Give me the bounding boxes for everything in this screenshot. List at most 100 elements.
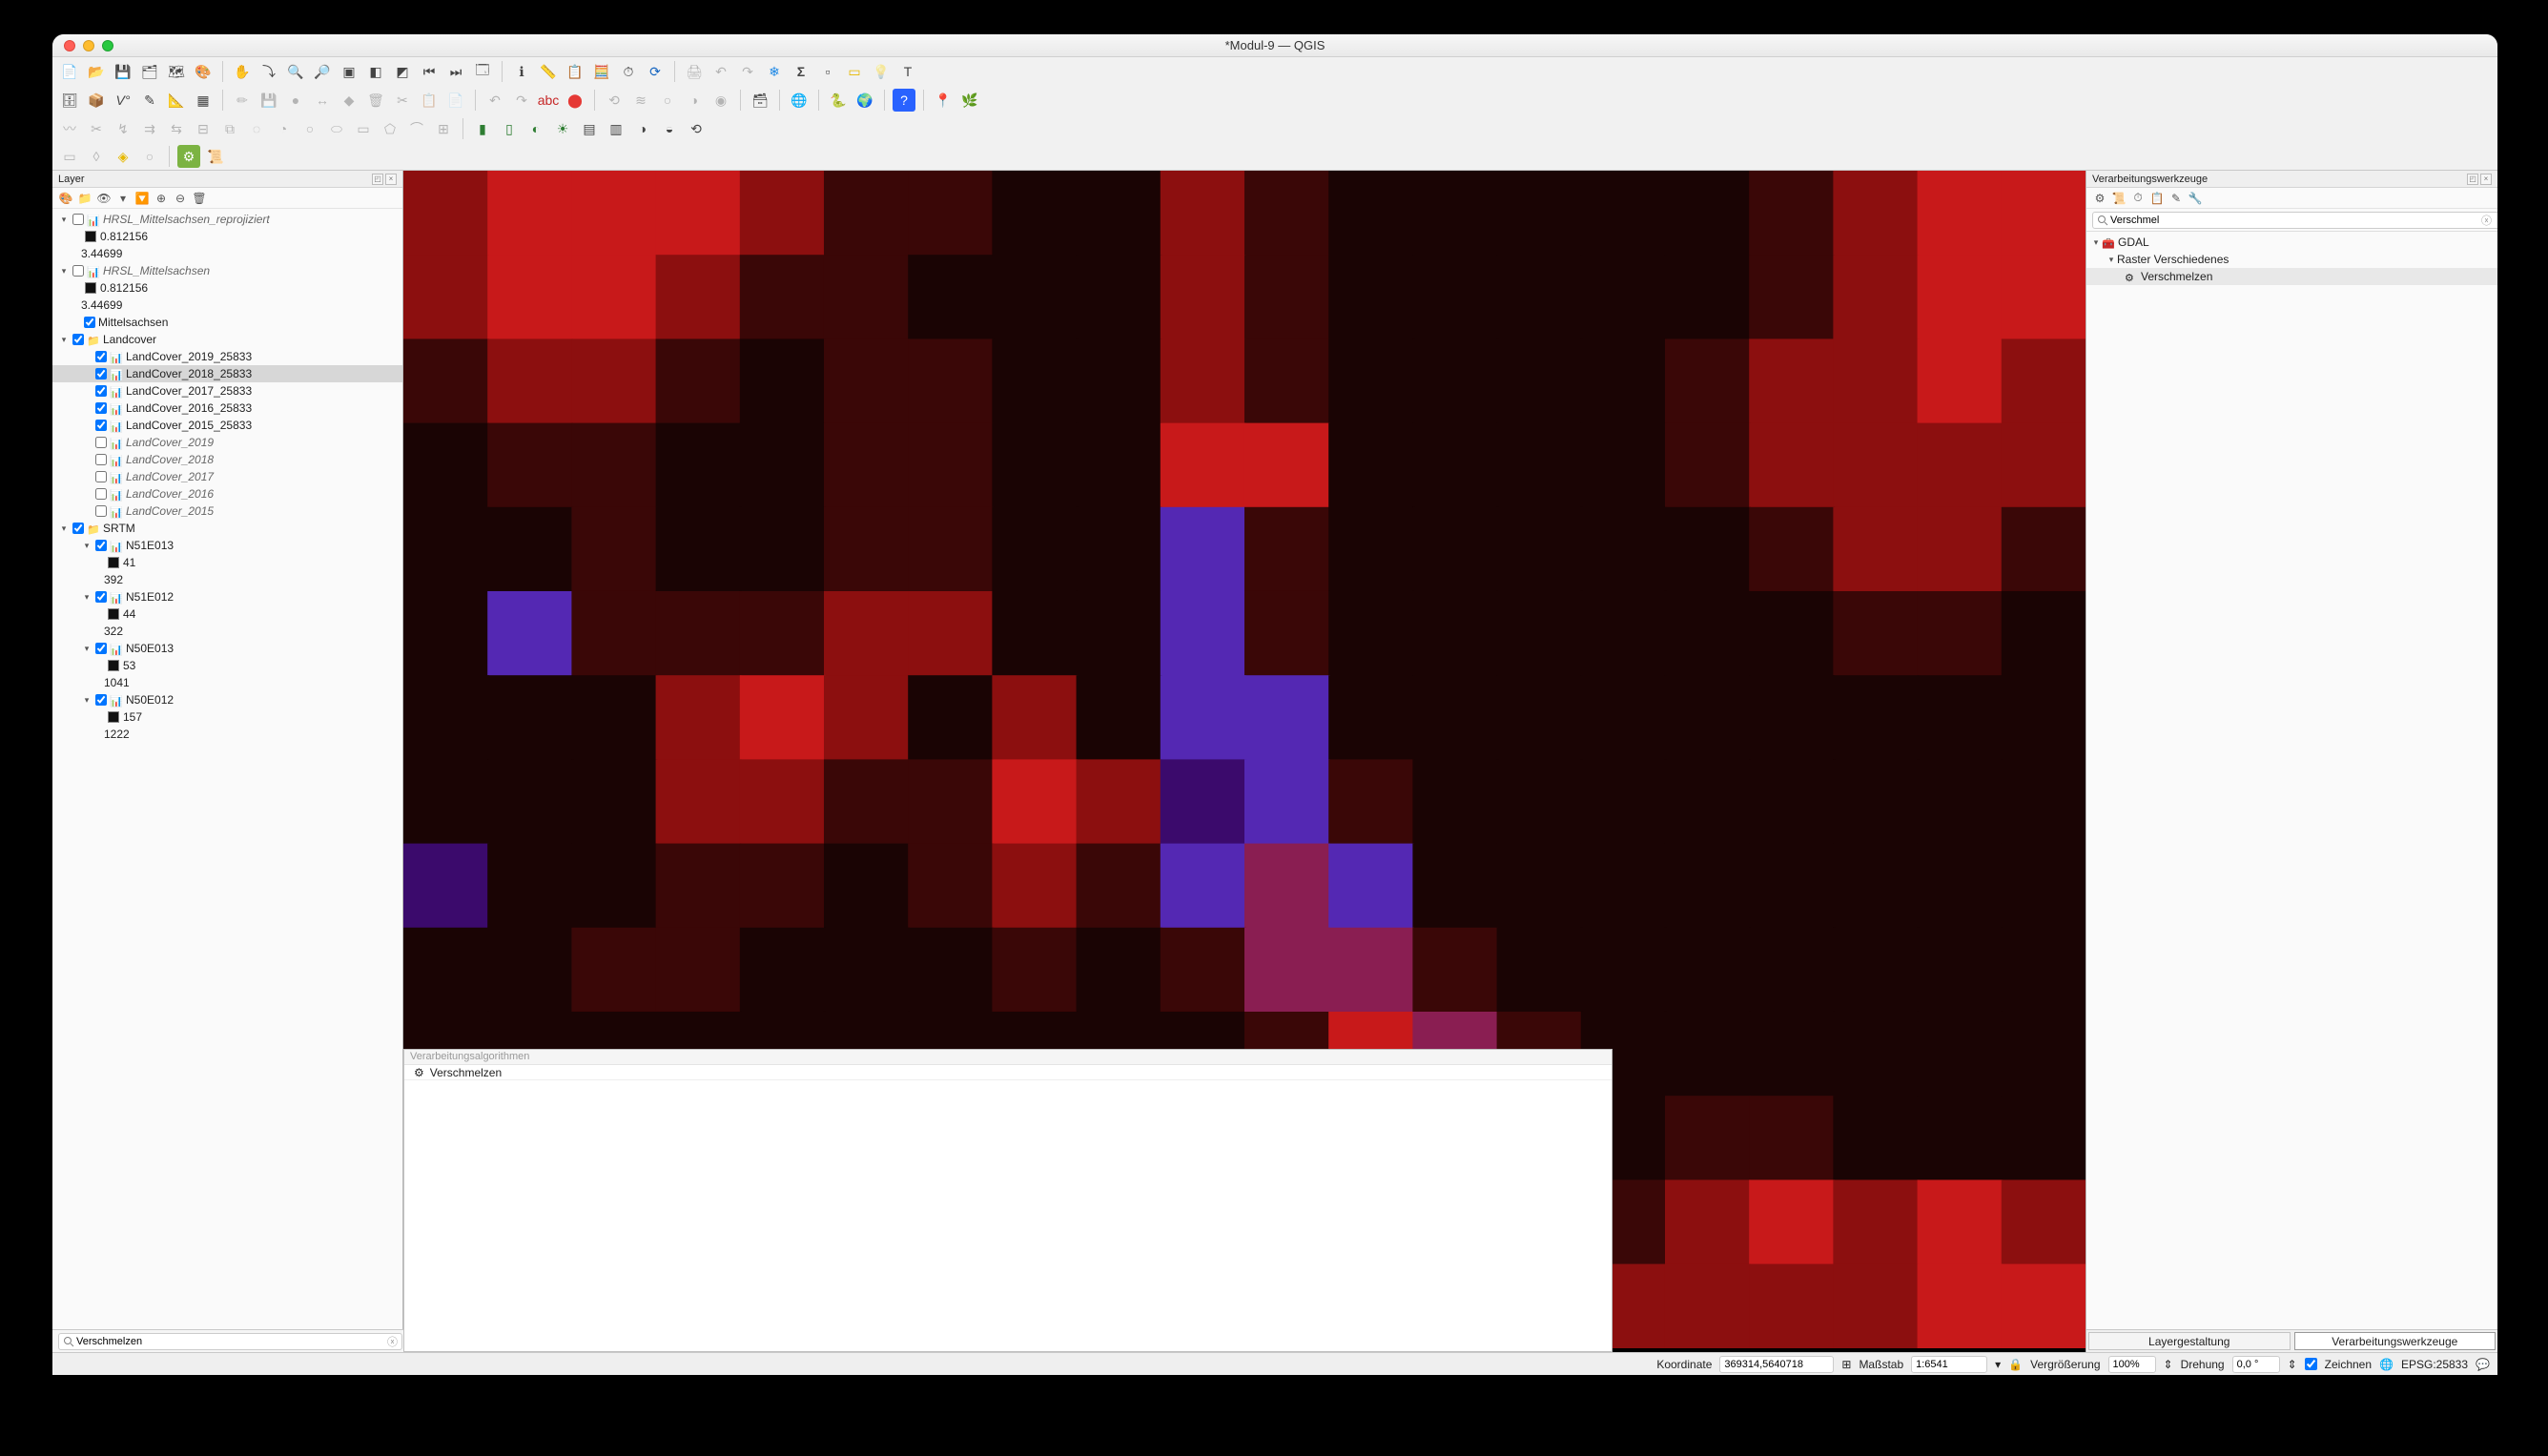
messages-icon[interactable]: 💬 bbox=[2476, 1358, 2490, 1371]
layer-row[interactable]: 📊LandCover_2015 bbox=[52, 502, 402, 520]
arc-button[interactable]: ⌒ bbox=[405, 117, 428, 140]
layer-row[interactable]: 322 bbox=[52, 623, 402, 640]
print-layout-button[interactable]: 🖨 bbox=[683, 60, 706, 83]
raster-brightness-button[interactable]: ☀ bbox=[551, 117, 574, 140]
processing-toolbox-button[interactable]: ⚙ bbox=[177, 145, 200, 168]
zoom-next-button[interactable]: ⏭ bbox=[444, 60, 467, 83]
local-histogram-button[interactable]: ▤ bbox=[578, 117, 601, 140]
coordinate-input[interactable] bbox=[1719, 1356, 1834, 1373]
layer-visibility-checkbox[interactable] bbox=[84, 317, 95, 328]
layer-row[interactable]: ▾📁SRTM bbox=[52, 520, 402, 537]
new-geopackage-button[interactable]: 📦 bbox=[85, 89, 108, 112]
ellipse-button[interactable]: ⬭ bbox=[325, 117, 348, 140]
proc-edit-icon[interactable]: ✎ bbox=[2168, 191, 2184, 206]
layer-row[interactable]: 0.812156 bbox=[52, 279, 402, 297]
proc-options-icon[interactable]: 🔧 bbox=[2188, 191, 2203, 206]
layer-style-icon[interactable]: 🎨 bbox=[58, 191, 73, 206]
fullscreen-window-button[interactable] bbox=[102, 40, 113, 51]
pan-to-selection-button[interactable]: ⤵ bbox=[257, 60, 280, 83]
expand-all-icon[interactable]: ⊕ bbox=[154, 191, 169, 206]
polygon-button[interactable]: ⬠ bbox=[379, 117, 401, 140]
manage-themes-icon[interactable]: 👁 bbox=[96, 191, 112, 206]
layer-row[interactable]: 392 bbox=[52, 571, 402, 588]
layer-visibility-checkbox[interactable] bbox=[95, 471, 107, 482]
measure-button[interactable]: 📏 bbox=[537, 60, 560, 83]
save-edits-button[interactable]: 💾 bbox=[257, 89, 280, 112]
results-row[interactable]: ⚙Verschmelzen bbox=[404, 1065, 1612, 1080]
split-button[interactable]: ✂ bbox=[85, 117, 108, 140]
crs-icon[interactable]: 🌐 bbox=[2379, 1358, 2394, 1371]
magnification-input[interactable] bbox=[2108, 1356, 2156, 1373]
reverse-button[interactable]: ⇆ bbox=[165, 117, 188, 140]
copy-button[interactable]: 📋 bbox=[418, 89, 441, 112]
snapping-button[interactable]: ❄ bbox=[763, 60, 786, 83]
mag-stepper-icon[interactable]: ⇕ bbox=[2164, 1358, 2173, 1371]
crs-label[interactable]: EPSG:25833 bbox=[2401, 1358, 2468, 1371]
layer-row[interactable]: 41 bbox=[52, 554, 402, 571]
layer-row[interactable]: 📊LandCover_2016_25833 bbox=[52, 400, 402, 417]
save-project-button[interactable]: 💾 bbox=[112, 60, 134, 83]
tab-processing[interactable]: Verarbeitungswerkzeuge bbox=[2294, 1332, 2497, 1350]
layer-row[interactable]: 3.44699 bbox=[52, 245, 402, 262]
plugin-b-button[interactable]: ◊ bbox=[85, 145, 108, 168]
layer-visibility-checkbox[interactable] bbox=[95, 505, 107, 517]
processing-tree[interactable]: ▾🧰GDAL ▾Raster Verschiedenes ⚙Verschmelz… bbox=[2086, 232, 2497, 1329]
locator-input[interactable] bbox=[58, 1333, 402, 1350]
layer-visibility-checkbox[interactable] bbox=[95, 643, 107, 654]
diagram-button[interactable]: ⬤ bbox=[564, 89, 586, 112]
panel-close-button[interactable]: × bbox=[2480, 174, 2492, 185]
tree-node-verschmelzen[interactable]: Verschmelzen bbox=[2141, 268, 2212, 285]
layer-visibility-checkbox[interactable] bbox=[95, 591, 107, 603]
cad-button[interactable]: ⊞ bbox=[432, 117, 455, 140]
new-project-button[interactable]: 📄 bbox=[58, 60, 81, 83]
clear-search-icon[interactable]: ⓧ bbox=[2481, 213, 2492, 228]
collapse-all-icon[interactable]: ⊖ bbox=[173, 191, 188, 206]
raster-stretch-button[interactable]: ▯ bbox=[498, 117, 521, 140]
tips-button[interactable]: 💡 bbox=[870, 60, 893, 83]
layer-row[interactable]: 📊LandCover_2017 bbox=[52, 468, 402, 485]
zoom-layer-button[interactable]: ◩ bbox=[391, 60, 414, 83]
layer-row[interactable]: 📊LandCover_2018 bbox=[52, 451, 402, 468]
layer-visibility-checkbox[interactable] bbox=[72, 334, 84, 345]
add-part-button[interactable]: ◑ bbox=[683, 89, 706, 112]
paste-button[interactable]: 📄 bbox=[444, 89, 467, 112]
node-tool-button[interactable]: ◆ bbox=[338, 89, 360, 112]
remove-layer-icon[interactable]: 🗑 bbox=[192, 191, 207, 206]
layer-visibility-checkbox[interactable] bbox=[95, 368, 107, 379]
delete-feature-button[interactable]: 🗑 bbox=[364, 89, 387, 112]
processing-search-input[interactable] bbox=[2092, 212, 2497, 229]
zoom-full-button[interactable]: ▣ bbox=[338, 60, 360, 83]
scale-input[interactable] bbox=[1911, 1356, 1987, 1373]
panel-undock-button[interactable]: ◰ bbox=[2467, 174, 2478, 185]
offset-button[interactable]: ⇉ bbox=[138, 117, 161, 140]
identify-button[interactable]: ℹ bbox=[510, 60, 533, 83]
layer-row[interactable]: 157 bbox=[52, 708, 402, 726]
rotation-input[interactable] bbox=[2232, 1356, 2280, 1373]
layer-visibility-checkbox[interactable] bbox=[72, 265, 84, 277]
map-canvas[interactable]: Verarbeitungsalgorithmen ⚙Verschmelzen bbox=[403, 171, 2086, 1352]
scale-dropdown-icon[interactable]: ▾ bbox=[1995, 1358, 2001, 1371]
open-project-button[interactable]: 📂 bbox=[85, 60, 108, 83]
clear-locator-icon[interactable]: ⓧ bbox=[387, 1334, 398, 1349]
layer-row[interactable]: ▾📁Landcover bbox=[52, 331, 402, 348]
trim-button[interactable]: ⊟ bbox=[192, 117, 215, 140]
layer-row[interactable]: ▾📊N50E013 bbox=[52, 640, 402, 657]
undo-edit-button[interactable]: ↶ bbox=[483, 89, 506, 112]
layer-visibility-checkbox[interactable] bbox=[95, 402, 107, 414]
cut-button[interactable]: ✂ bbox=[391, 89, 414, 112]
tab-layerstyling[interactable]: Layergestaltung bbox=[2088, 1332, 2291, 1350]
layer-row[interactable]: 📊LandCover_2016 bbox=[52, 485, 402, 502]
proc-history-icon[interactable]: ⏱ bbox=[2130, 191, 2146, 206]
quick-osm-button[interactable]: ◈ bbox=[112, 145, 134, 168]
processing-history-button[interactable]: 📜 bbox=[204, 145, 227, 168]
trace-button[interactable]: 〰 bbox=[58, 117, 81, 140]
deselect-button[interactable]: ▫ bbox=[816, 60, 839, 83]
tree-node-raster-misc[interactable]: Raster Verschiedenes bbox=[2117, 251, 2229, 268]
layer-row[interactable]: 📊LandCover_2015_25833 bbox=[52, 417, 402, 434]
python-console-button[interactable]: 🐍 bbox=[827, 89, 850, 112]
layer-visibility-checkbox[interactable] bbox=[95, 488, 107, 500]
circle-button[interactable]: ○ bbox=[298, 117, 321, 140]
filter-legend-icon[interactable]: ▾ bbox=[115, 191, 131, 206]
layer-visibility-checkbox[interactable] bbox=[95, 351, 107, 362]
metasearch-button[interactable]: 🌐 bbox=[788, 89, 811, 112]
